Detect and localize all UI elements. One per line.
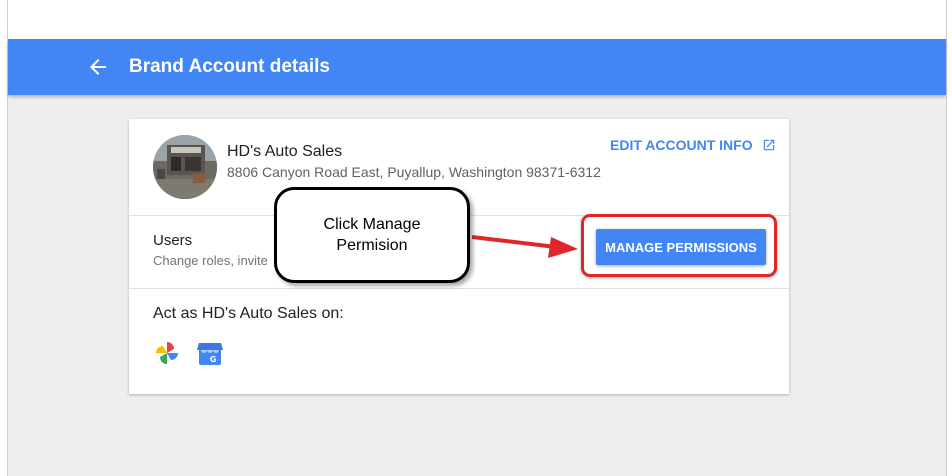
account-name: HD's Auto Sales [227, 143, 343, 160]
google-photos-icon[interactable] [153, 339, 181, 367]
edit-account-info-label: EDIT ACCOUNT INFO [610, 137, 753, 153]
svg-text:G: G [210, 355, 217, 364]
page-title: Brand Account details [129, 56, 330, 77]
users-sublabel: Change roles, invite [153, 253, 268, 268]
app-bar: Brand Account details [8, 39, 946, 95]
callout-text: Click Manage Permision [323, 216, 421, 254]
arrow-back-icon[interactable] [86, 55, 110, 79]
users-label: Users [153, 232, 193, 249]
top-strip [8, 0, 946, 39]
open-in-new-icon [762, 138, 776, 152]
account-avatar [153, 135, 217, 199]
annotation-arrow [471, 235, 578, 258]
google-my-business-icon[interactable]: G [196, 339, 224, 367]
annotation-callout: Click Manage Permision [274, 187, 470, 283]
act-as-label: Act as HD's Auto Sales on: [153, 305, 344, 322]
edit-account-info-link[interactable]: EDIT ACCOUNT INFO [610, 137, 776, 153]
divider [129, 288, 789, 289]
annotation-highlight-box [581, 214, 777, 277]
account-address: 8806 Canyon Road East, Puyallup, Washing… [227, 164, 601, 180]
